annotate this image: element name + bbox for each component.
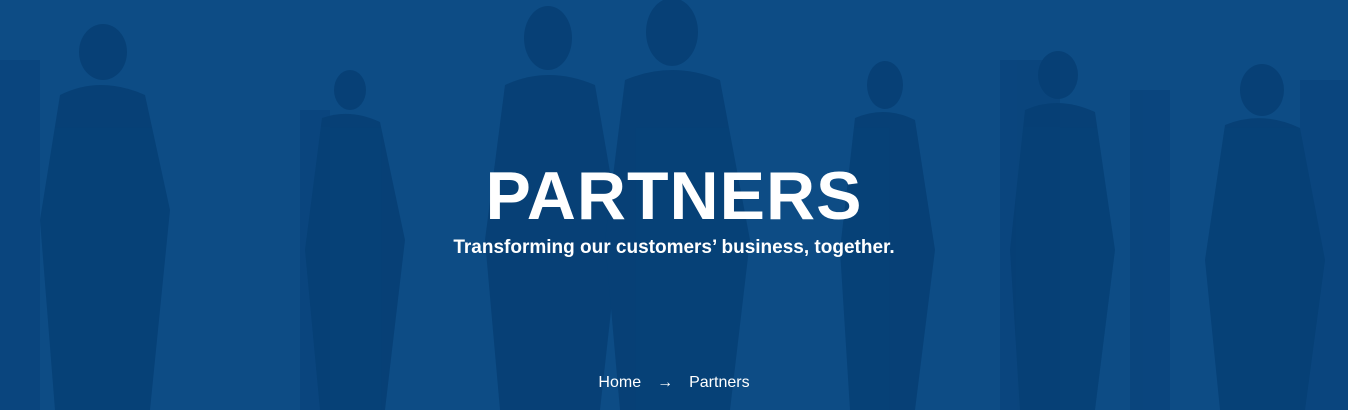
breadcrumb-arrow-icon: → [657,374,674,391]
breadcrumb-current: Partners [689,374,750,391]
page-subtitle: Transforming our customers’ business, to… [453,237,895,258]
page-title: PARTNERS [485,158,863,234]
breadcrumb-home-link[interactable]: Home [598,373,641,393]
breadcrumb: Home → Partners [0,373,1348,393]
page-hero-banner: PARTNERS Transforming our customers’ bus… [0,0,1348,410]
